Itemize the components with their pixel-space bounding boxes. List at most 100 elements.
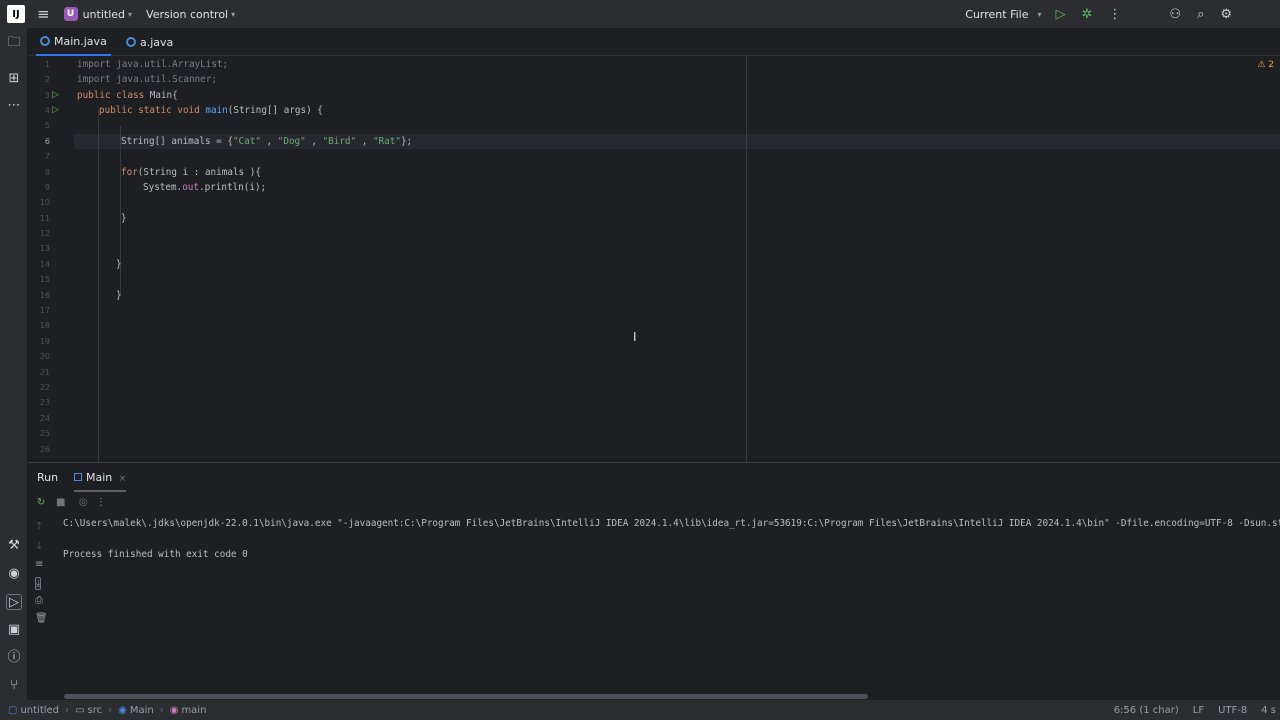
indent-guide (98, 110, 99, 462)
code-text: java.util.Scanner; (110, 74, 217, 85)
code-line-1: import java.util.ArrayList; (77, 59, 228, 70)
clear-trash-icon[interactable]: 🗑 (35, 613, 48, 624)
version-control-menu[interactable]: Version control (146, 8, 228, 21)
run-method-gutter-icon[interactable]: ▷ (52, 105, 59, 115)
line-number: 21 (39, 368, 50, 377)
services-icon[interactable]: ◉ (6, 566, 22, 582)
tab-label: a.java (140, 35, 174, 49)
line-number: 23 (39, 398, 50, 407)
search-icon[interactable]: ⌕ (1197, 7, 1204, 22)
breadcrumb-class[interactable]: Main (130, 705, 154, 716)
problems-icon[interactable]: ⓘ (6, 650, 22, 666)
run-icon[interactable]: ▷ (1056, 7, 1066, 22)
more-options-icon[interactable]: ⋮ (1108, 7, 1121, 22)
line-number: 5 (44, 121, 50, 130)
structure-icon[interactable]: ⊞ (6, 71, 22, 87)
rerun-icon[interactable]: ↻ (37, 497, 45, 508)
warnings-indicator[interactable]: ⚠ 2 (1257, 60, 1274, 70)
breadcrumb-src[interactable]: src (87, 705, 102, 716)
chevron-down-icon[interactable]: ▾ (128, 10, 132, 19)
code-text: , (260, 136, 278, 147)
line-number: 22 (39, 383, 50, 392)
intellij-logo-icon: IJ (7, 5, 25, 23)
chevron-down-icon[interactable]: ▾ (1037, 10, 1041, 19)
code-editor[interactable]: ⚠ 2 1 2 3 4 5 6 7 8 9 10 11 12 13 14 15 … (28, 56, 1280, 462)
left-tool-strip: 🗀 ⊞ ⋯ ⚒ ◉ ▷ ▣ ⓘ ⑂ (0, 28, 28, 700)
stop-icon[interactable]: ■ (56, 497, 65, 508)
run-tool-window: Run Main × ↻ ■ ◎ ⋮ ↑ ↓ ≡ ⤓ ⎙ 🗑 C:\Users\… (28, 462, 1280, 700)
scroll-down-icon[interactable]: ↓ (35, 541, 43, 552)
line-number: 4 (44, 106, 50, 115)
keyword: public static void (99, 105, 200, 116)
code-line-4: public static void main(String[] args) { (99, 105, 323, 116)
line-number: 12 (39, 229, 50, 238)
run-toolbar: ↻ ■ ◎ ⋮ (28, 493, 1280, 515)
code-text: String[] animals = { (121, 136, 233, 147)
console-exit-message: Process finished with exit code 0 (63, 549, 248, 560)
add-user-icon[interactable]: ⚇ (1169, 7, 1181, 22)
project-badge[interactable]: U (63, 7, 78, 21)
warning-count: 2 (1268, 60, 1274, 70)
caret-position[interactable]: 6:56 (1 char) (1114, 705, 1179, 716)
method-icon: ◉ (169, 704, 179, 716)
keyword: import (77, 59, 111, 70)
soft-wrap-icon[interactable]: ≡ (35, 559, 43, 570)
scroll-to-end-icon[interactable]: ⤓ (35, 577, 42, 590)
project-folder-icon[interactable]: 🗀 (6, 35, 22, 51)
line-number: 6 (44, 137, 50, 146)
close-tab-icon[interactable]: × (119, 474, 127, 484)
line-separator[interactable]: LF (1193, 705, 1204, 716)
class-icon: ◉ (118, 704, 127, 716)
folder-icon: ▭ (75, 704, 85, 716)
code-line-14: } (116, 259, 122, 270)
tab-label: Main.java (54, 34, 107, 48)
line-number: 9 (44, 183, 50, 192)
line-number: 13 (39, 244, 50, 253)
more-tools-icon[interactable]: ⋯ (6, 98, 22, 114)
file-encoding[interactable]: UTF-8 (1218, 705, 1247, 716)
line-number: 2 (44, 75, 50, 84)
line-number: 3 (44, 91, 50, 100)
line-number: 1 (44, 60, 50, 69)
line-number-gutter[interactable]: 1 2 3 4 5 6 7 8 9 10 11 12 13 14 15 16 1… (28, 56, 74, 462)
code-line-11: } (121, 213, 127, 224)
breadcrumb-project[interactable]: untitled (20, 705, 59, 716)
chevron-down-icon[interactable]: ▾ (231, 10, 235, 19)
console-command-line: C:\Users\malek\.jdks\openjdk-22.0.1\bin\… (63, 518, 1280, 529)
static-field: out (182, 182, 199, 193)
run-tool-icon[interactable]: ▷ (6, 594, 22, 610)
run-class-gutter-icon[interactable]: ▷ (52, 90, 59, 100)
code-line-8: for(String i : animals ){ (121, 167, 261, 178)
horizontal-scrollbar[interactable] (64, 694, 868, 699)
breadcrumb-method[interactable]: main (181, 705, 206, 716)
more-options-icon[interactable]: ⋮ (96, 497, 106, 508)
indent-settings[interactable]: 4 s (1261, 705, 1276, 716)
java-class-icon (40, 36, 50, 46)
print-icon[interactable]: ⎙ (35, 595, 43, 606)
method-name: main (205, 105, 228, 116)
project-name[interactable]: untitled (83, 8, 125, 21)
string-literal: "Rat" (372, 136, 401, 147)
debug-icon[interactable]: ✲ (1082, 7, 1093, 22)
line-number: 15 (39, 275, 50, 284)
camera-icon[interactable]: ◎ (79, 497, 88, 508)
mouse-cursor-ibeam: I (633, 330, 637, 344)
tab-run-main[interactable]: Main × (74, 471, 127, 492)
line-number: 7 (44, 152, 50, 161)
settings-icon[interactable]: ⚙ (1220, 7, 1232, 22)
terminal-icon[interactable]: ▣ (6, 622, 22, 638)
code-text: Main{ (144, 90, 178, 101)
git-icon[interactable]: ⑂ (6, 678, 22, 694)
tab-main-java[interactable]: Main.java (36, 28, 111, 56)
code-text: java.util.ArrayList; (110, 59, 229, 70)
line-number: 18 (39, 321, 50, 330)
main-menu-icon[interactable]: ≡ (37, 5, 50, 23)
build-hammer-icon[interactable]: ⚒ (6, 538, 22, 554)
scroll-up-icon[interactable]: ↑ (35, 521, 43, 532)
tab-a-java[interactable]: a.java (122, 28, 177, 56)
indent-guide (120, 126, 121, 296)
line-number: 17 (39, 306, 50, 315)
line-number: 16 (39, 291, 50, 300)
code-line-3: public class Main{ (77, 90, 178, 101)
run-configuration-selector[interactable]: Current File (965, 8, 1028, 21)
